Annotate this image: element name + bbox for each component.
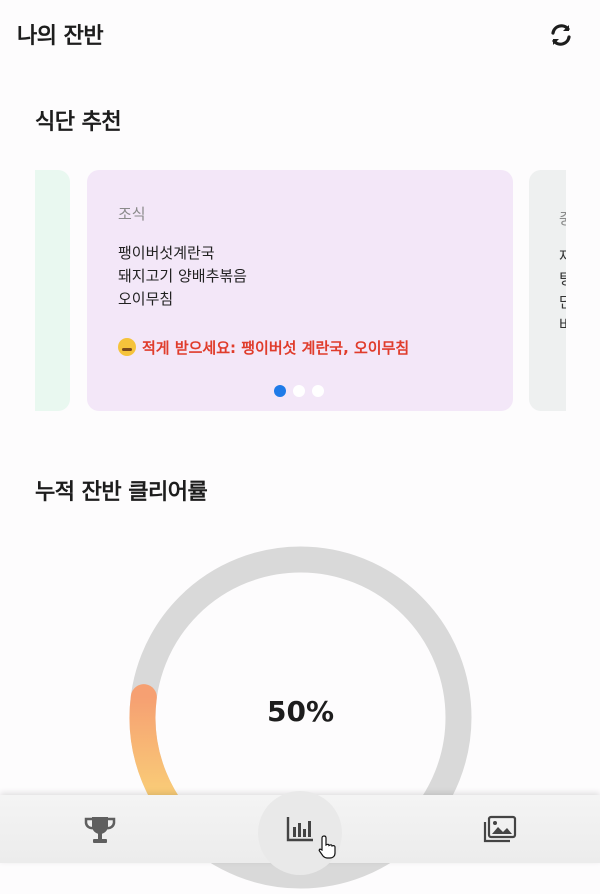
nav-item-ranking[interactable] — [0, 795, 200, 863]
gallery-icon — [483, 815, 517, 843]
refresh-button[interactable] — [548, 22, 574, 48]
nav-item-gallery[interactable] — [400, 795, 600, 863]
menu-item: 돼지고기 양배추볶음 — [118, 267, 247, 285]
hand-cursor-icon — [318, 835, 336, 859]
carousel-pagination — [274, 385, 324, 397]
page-title: 나의 잔반 — [17, 24, 104, 49]
confounded-face-icon — [118, 338, 136, 356]
next-menu-list: 재 팅 단 버 — [559, 245, 566, 337]
nav-item-statistics[interactable] — [200, 791, 400, 875]
bottom-navigation — [0, 791, 600, 875]
recommendation-title: 식단 추천 — [35, 110, 122, 135]
previous-meal-card[interactable] — [35, 170, 70, 411]
menu-item: 팽이버섯계란국 — [118, 244, 215, 262]
warning-text: 적게 받으세요: 팽이버섯 계란국, 오이무침 — [142, 339, 410, 357]
next-menu-item: 버 — [559, 316, 566, 334]
menu-item: 오이무침 — [118, 290, 174, 308]
clear-rate-value: 50% — [266, 695, 335, 728]
pagination-dot[interactable] — [274, 385, 286, 397]
refresh-icon — [551, 24, 571, 46]
pagination-dot[interactable] — [293, 385, 305, 397]
meal-label: 조식 — [118, 205, 146, 223]
meal-carousel[interactable]: 조식 팽이버섯계란국 돼지고기 양배추볶음 오이무침 적게 받으세요: 팽이버섯… — [35, 170, 566, 413]
portion-warning: 적게 받으세요: 팽이버섯 계란국, 오이무침 — [118, 337, 409, 358]
pagination-dot[interactable] — [312, 385, 324, 397]
trophy-icon — [84, 817, 116, 843]
app-header: 나의 잔반 — [0, 0, 600, 72]
next-menu-item: 재 — [559, 247, 566, 265]
menu-list: 팽이버섯계란국 돼지고기 양배추볶음 오이무침 — [118, 242, 247, 311]
next-menu-item: 팅 — [559, 270, 566, 288]
clear-rate-title: 누적 잔반 클리어률 — [35, 480, 208, 505]
next-meal-card[interactable]: 중 재 팅 단 버 — [529, 170, 566, 411]
next-meal-label: 중 — [559, 210, 566, 228]
meal-card[interactable]: 조식 팽이버섯계란국 돼지고기 양배추볶음 오이무침 적게 받으세요: 팽이버섯… — [87, 170, 513, 411]
bar-chart-icon — [286, 817, 313, 842]
next-menu-item: 단 — [559, 293, 566, 311]
